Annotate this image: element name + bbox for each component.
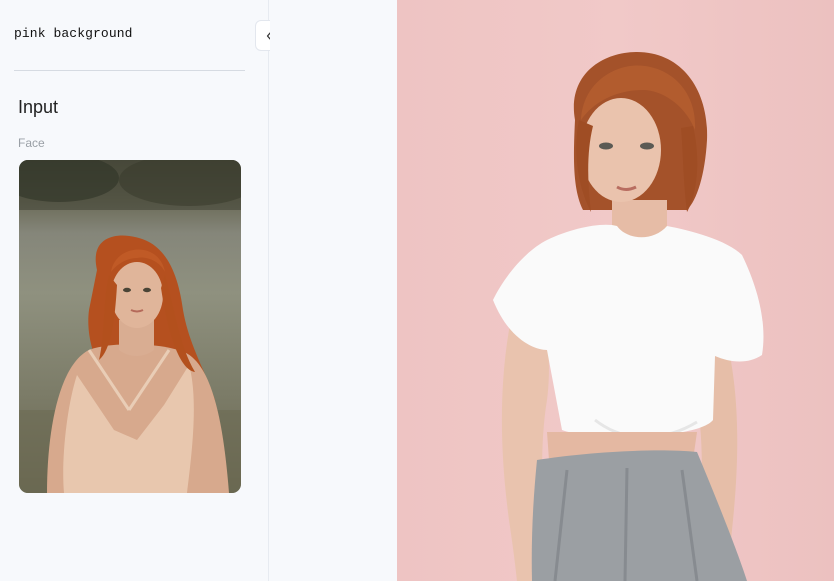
section-title-input: Input — [18, 97, 59, 117]
face-field-label: Face — [18, 136, 45, 150]
result-photo — [493, 52, 764, 581]
app-window: pink background Input Face — [0, 0, 834, 581]
face-photo — [19, 160, 241, 493]
sidebar-divider — [14, 70, 245, 71]
result-image[interactable] — [397, 0, 834, 581]
face-input-image[interactable] — [19, 160, 241, 493]
prompt-text[interactable]: pink background — [14, 26, 133, 41]
sidebar: pink background Input Face — [0, 0, 269, 581]
